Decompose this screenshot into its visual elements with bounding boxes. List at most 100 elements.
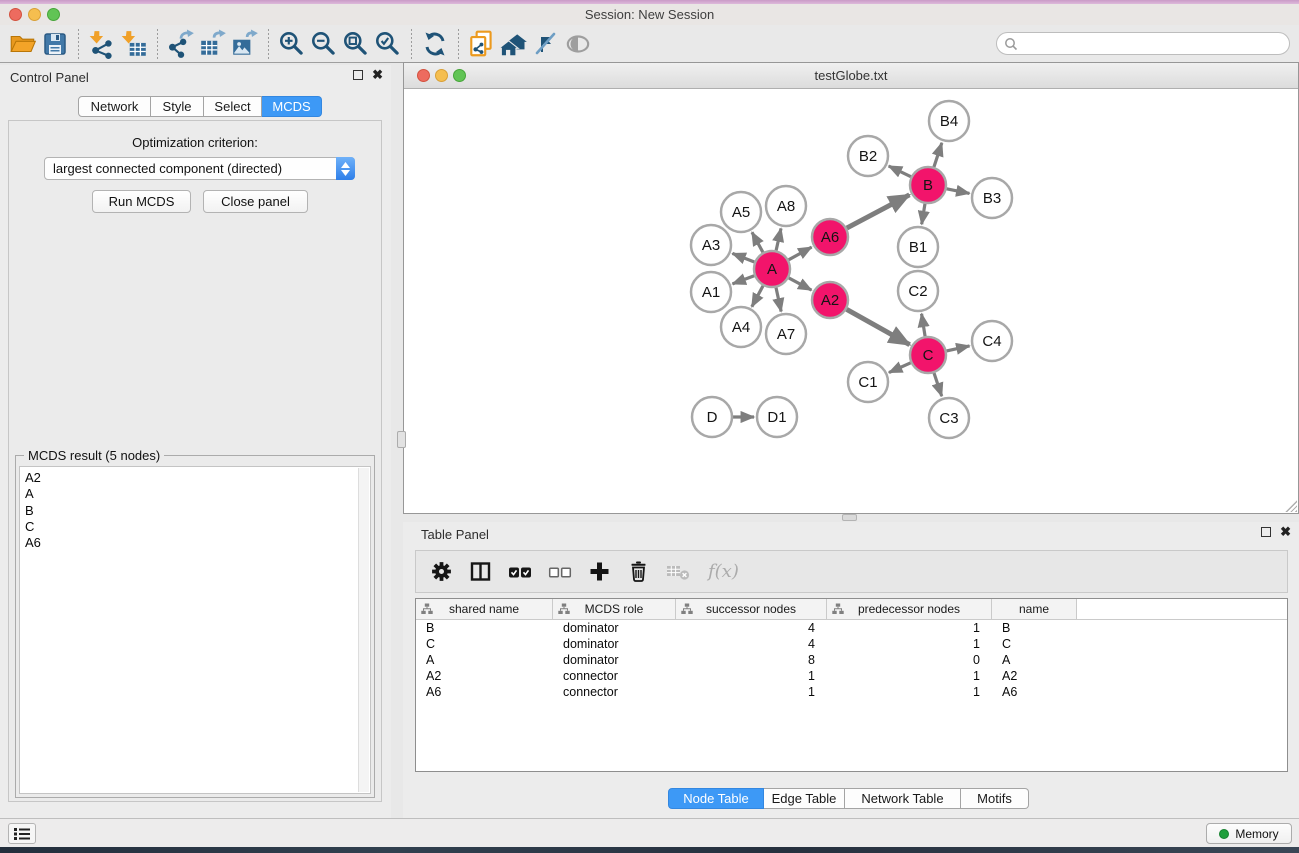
- homes-icon[interactable]: [498, 28, 530, 60]
- result-list-item[interactable]: A2: [25, 470, 370, 486]
- table-cell[interactable]: 1: [676, 685, 827, 699]
- table-settings-gear-icon[interactable]: [430, 559, 453, 585]
- tab-network[interactable]: Network: [78, 96, 151, 117]
- status-bar: Memory: [0, 818, 1299, 847]
- eye-icon[interactable]: [562, 28, 594, 60]
- result-list-item[interactable]: A: [25, 486, 370, 502]
- table-cell[interactable]: dominator: [553, 637, 676, 651]
- zoom-selected-icon[interactable]: [372, 28, 404, 60]
- add-column-icon[interactable]: [588, 559, 611, 585]
- column-header-MCDS-role[interactable]: MCDS role: [553, 599, 676, 619]
- table-cell[interactable]: A6: [992, 685, 1077, 699]
- table-cell[interactable]: 1: [676, 669, 827, 683]
- main-toolbar: [0, 25, 1299, 63]
- open-folder-icon[interactable]: [7, 28, 39, 60]
- table-row[interactable]: A6connector11A6: [416, 684, 1287, 700]
- resize-grip-icon[interactable]: [1283, 498, 1297, 512]
- export-image-icon[interactable]: [229, 28, 261, 60]
- table-cell[interactable]: dominator: [553, 621, 676, 635]
- table-cell[interactable]: 1: [827, 621, 992, 635]
- graph-node-label: B4: [940, 113, 958, 130]
- tab-node-table[interactable]: Node Table: [668, 788, 764, 809]
- tab-style[interactable]: Style: [151, 96, 204, 117]
- export-table-icon[interactable]: [197, 28, 229, 60]
- graph-node-label: A7: [777, 326, 795, 343]
- panel-collapse-handle[interactable]: [397, 431, 406, 448]
- graph-node-label: C3: [939, 410, 958, 427]
- table-cell[interactable]: 0: [827, 653, 992, 667]
- select-all-icon[interactable]: [508, 559, 532, 585]
- delete-table-icon[interactable]: [666, 559, 692, 585]
- float-table-panel-icon[interactable]: [1261, 527, 1271, 537]
- close-table-panel-icon[interactable]: ✖: [1280, 527, 1291, 537]
- table-cell[interactable]: A2: [992, 669, 1077, 683]
- tab-network-table[interactable]: Network Table: [845, 788, 961, 809]
- table-row[interactable]: A2connector11A2: [416, 668, 1287, 684]
- close-panel-icon[interactable]: ✖: [372, 70, 383, 80]
- tab-mcds[interactable]: MCDS: [262, 96, 322, 117]
- result-list-item[interactable]: C: [25, 519, 370, 535]
- table-cell[interactable]: connector: [553, 685, 676, 699]
- app-titlebar: Session: New Session: [0, 4, 1299, 25]
- column-manager-icon[interactable]: [469, 559, 492, 585]
- run-mcds-button[interactable]: Run MCDS: [92, 190, 191, 213]
- delete-column-icon[interactable]: [627, 559, 650, 585]
- table-cell[interactable]: connector: [553, 669, 676, 683]
- memory-button[interactable]: Memory: [1206, 823, 1292, 844]
- document-network-icon[interactable]: [466, 28, 498, 60]
- table-cell[interactable]: C: [992, 637, 1077, 651]
- search-field[interactable]: [996, 32, 1290, 55]
- memory-status-icon: [1219, 829, 1229, 839]
- column-header-predecessor-nodes[interactable]: predecessor nodes: [827, 599, 992, 619]
- tab-motifs[interactable]: Motifs: [961, 788, 1029, 809]
- network-canvas[interactable]: B4B2BB3A8A5A6A3B1AC2A1A2A4A7C4CC1C3DD1: [404, 89, 1298, 513]
- table-cell[interactable]: 1: [827, 637, 992, 651]
- column-header-shared-name[interactable]: shared name: [416, 599, 553, 619]
- mcds-panel: Optimization criterion: largest connecte…: [8, 120, 382, 802]
- flag-slash-icon[interactable]: [530, 28, 562, 60]
- import-table-icon[interactable]: [118, 28, 150, 60]
- table-row[interactable]: Adominator80A: [416, 652, 1287, 668]
- table-cell[interactable]: A: [416, 653, 553, 667]
- table-cell[interactable]: A: [992, 653, 1077, 667]
- export-network-icon[interactable]: [165, 28, 197, 60]
- result-list-item[interactable]: A6: [25, 535, 370, 551]
- table-cell[interactable]: 1: [827, 669, 992, 683]
- criterion-select[interactable]: largest connected component (directed): [44, 157, 355, 180]
- function-builder-icon[interactable]: f(x): [708, 559, 739, 585]
- column-header-successor-nodes[interactable]: successor nodes: [676, 599, 827, 619]
- search-input[interactable]: [1018, 35, 1289, 53]
- zoom-in-icon[interactable]: [276, 28, 308, 60]
- table-row[interactable]: Cdominator41C: [416, 636, 1287, 652]
- zoom-fit-icon[interactable]: [340, 28, 372, 60]
- tab-select[interactable]: Select: [204, 96, 262, 117]
- table-cell[interactable]: B: [416, 621, 553, 635]
- table-cell[interactable]: A2: [416, 669, 553, 683]
- result-scrollbar[interactable]: [358, 468, 369, 792]
- table-row[interactable]: Bdominator41B: [416, 620, 1287, 636]
- table-cell[interactable]: 8: [676, 653, 827, 667]
- column-header-name[interactable]: name: [992, 599, 1077, 619]
- table-cell[interactable]: A6: [416, 685, 553, 699]
- graph-node-label: C: [923, 347, 934, 364]
- refresh-icon[interactable]: [419, 28, 451, 60]
- task-history-button[interactable]: [8, 823, 36, 844]
- column-type-icon: [832, 603, 844, 615]
- criterion-selected-value: largest connected component (directed): [45, 161, 336, 176]
- tab-edge-table[interactable]: Edge Table: [764, 788, 845, 809]
- table-cell[interactable]: B: [992, 621, 1077, 635]
- import-network-icon[interactable]: [86, 28, 118, 60]
- table-cell[interactable]: 1: [827, 685, 992, 699]
- table-cell[interactable]: dominator: [553, 653, 676, 667]
- save-session-icon[interactable]: [39, 28, 71, 60]
- result-list-item[interactable]: B: [25, 503, 370, 519]
- table-cell[interactable]: C: [416, 637, 553, 651]
- close-panel-button[interactable]: Close panel: [203, 190, 308, 213]
- network-window-titlebar[interactable]: testGlobe.txt: [404, 63, 1298, 89]
- zoom-out-icon[interactable]: [308, 28, 340, 60]
- float-panel-icon[interactable]: [353, 70, 363, 80]
- deselect-all-icon[interactable]: [548, 559, 572, 585]
- table-cell[interactable]: 4: [676, 621, 827, 635]
- splitter-handle[interactable]: [842, 514, 857, 521]
- table-cell[interactable]: 4: [676, 637, 827, 651]
